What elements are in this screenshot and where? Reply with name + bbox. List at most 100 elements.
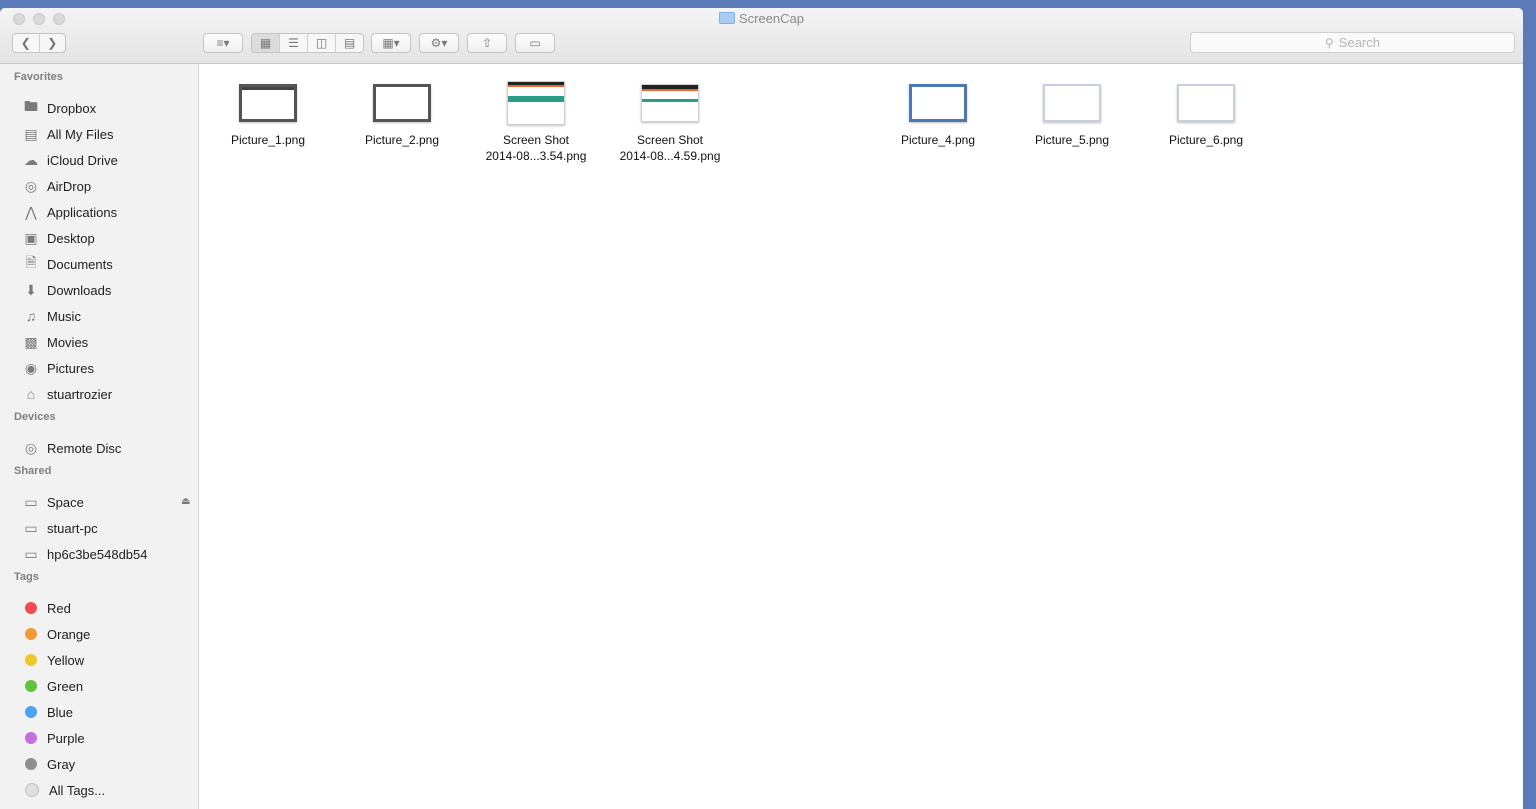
sidebar-item-purple[interactable]: Purple [22,727,192,749]
tag-color-icon [25,783,39,797]
file-item[interactable]: Picture_5.png [1007,84,1137,148]
favorites-heading: Favorites [14,71,63,83]
sidebar-item-icloud-drive[interactable]: ☁ iCloud Drive [22,149,192,171]
sidebar-item-music[interactable]: ♫ Music [22,305,192,327]
sidebar-item-remote-disc[interactable]: ◎ Remote Disc [22,437,192,459]
sidebar-item-label: Space [47,494,84,510]
eject-icon[interactable]: ⏏ [181,496,190,507]
sidebar-item-documents[interactable]: 🗎 Documents [22,253,192,275]
share-icon: ⇧ [481,36,493,50]
group-icon: ▦▾ [382,36,400,50]
sidebar-item-label: Yellow [47,652,85,668]
sidebar-item-gray[interactable]: Gray [22,753,192,775]
sidebar-item-label: All Tags... [49,782,106,798]
sidebar-item-label: All My Files [47,126,114,142]
sidebar-item-stuart-pc[interactable]: ▭ stuart-pc [22,517,192,539]
sidebar-item-downloads[interactable]: ⬇ Downloads [22,279,192,301]
sidebar-item-label: iCloud Drive [47,152,118,168]
file-name-line1: Screen Shot [502,133,570,147]
file-name-line1: Picture_2.png [364,133,440,147]
tag-color-icon [25,758,37,770]
shared-heading: Shared [14,465,52,477]
sidebar-item-all-tags[interactable]: All Tags... [22,779,192,801]
sidebar-item-pictures[interactable]: ◉ Pictures [22,357,192,379]
file-item[interactable]: Screen Shot 2014-08...4.59.png [605,84,735,164]
file-name: Picture_1.png [203,132,333,148]
forward-button[interactable]: ❯ [40,34,66,52]
search-input[interactable]: ⚲ Search [1190,32,1515,53]
chevron-left-icon: ❮ [20,36,31,50]
applications-icon: ⋀ [25,203,37,220]
tag-color-icon [25,680,37,692]
file-item[interactable]: Picture_4.png [873,84,1003,148]
sidebar-item-stuartrozier[interactable]: ⌂ stuartrozier [22,383,192,405]
sidebar-item-all-my-files[interactable]: ▤ All My Files [22,123,192,145]
coverflow-icon: ▤ [343,36,356,50]
sidebar-item-orange[interactable]: Orange [22,623,192,645]
camera-icon: ◉ [24,359,38,376]
columns-icon: ◫ [315,36,328,50]
file-thumbnail [1043,84,1101,122]
all-files-icon: ▤ [24,125,38,142]
sidebar-item-yellow[interactable]: Yellow [22,649,192,671]
file-name: Picture_6.png [1141,132,1271,148]
cloud-icon: ☁ [24,151,38,168]
group-button[interactable]: ▦▾ [371,33,411,53]
tag-color-icon [25,654,37,666]
file-item[interactable]: Picture_1.png [203,84,333,148]
sidebar-item-desktop[interactable]: ▣ Desktop [22,227,192,249]
sidebar-item-movies[interactable]: ▩ Movies [22,331,192,353]
gear-icon: ⚙▾ [430,36,448,50]
sidebar-item-label: Movies [47,334,89,350]
tag-color-icon [25,732,37,744]
view-mode-control: ▦ ☰ ◫ ▤ [251,33,364,53]
file-thumbnail [1177,84,1235,122]
airdrop-icon: ◎ [24,177,38,194]
chevron-right-icon: ❯ [47,36,58,50]
sidebar-item-label: Purple [47,730,85,746]
file-name: Picture_2.png [337,132,467,148]
file-name-line1: Picture_1.png [230,133,306,147]
file-item[interactable]: Picture_6.png [1141,84,1271,148]
sidebar-item-label: Downloads [47,282,112,298]
downloads-icon: ⬇ [25,281,37,298]
file-name-line1: Picture_6.png [1168,133,1244,147]
list-icon: ☰ [288,36,299,50]
file-thumbnail [507,81,565,125]
arrange-button[interactable]: ≡▾ [203,33,243,53]
file-name: Screen Shot 2014-08...4.59.png [605,132,735,164]
tag-button[interactable]: ▭ [515,33,555,53]
coverflow-view-button[interactable]: ▤ [336,34,363,52]
folder-icon [718,12,735,24]
file-name-line1: Screen Shot [636,133,704,147]
file-item[interactable]: Picture_2.png [337,84,467,148]
sidebar-item-blue[interactable]: Blue [22,701,192,723]
file-name: Picture_5.png [1007,132,1137,148]
action-button[interactable]: ⚙▾ [419,33,459,53]
file-thumbnail [909,84,967,122]
window-title: ScreenCap [0,11,1523,26]
file-thumbnail [373,84,431,122]
file-browser: Picture_1.png Picture_2.png Screen Shot 201… [199,64,1523,809]
sidebar-item-green[interactable]: Green [22,675,192,697]
file-thumbnail [641,84,699,122]
sidebar-item-space[interactable]: ▭ Space [22,491,192,513]
search-placeholder: Search [1338,35,1380,50]
back-button[interactable]: ❮ [13,34,40,52]
sidebar-item-red[interactable]: Red [22,597,192,619]
sidebar-item-dropbox[interactable]: 🖿 Dropbox [22,97,192,119]
file-name: Screen Shot 2014-08...3.54.png [471,132,601,164]
display-icon: ▭ [24,545,38,562]
list-view-button[interactable]: ☰ [280,34,308,52]
music-icon: ♫ [25,308,37,324]
column-view-button[interactable]: ◫ [308,34,336,52]
sidebar-item-airdrop[interactable]: ◎ AirDrop [22,175,192,197]
sidebar-item-label: Orange [47,626,91,642]
icon-view-button[interactable]: ▦ [252,34,280,52]
folder-icon: 🖿 [24,98,38,114]
file-item[interactable]: Screen Shot 2014-08...3.54.png [471,81,601,164]
sidebar-item-label: Dropbox [47,100,97,116]
sidebar-item-applications[interactable]: ⋀ Applications [22,201,192,223]
sidebar-item-hp6c3be548db54[interactable]: ▭ hp6c3be548db54 [22,543,192,565]
share-button[interactable]: ⇧ [467,33,507,53]
